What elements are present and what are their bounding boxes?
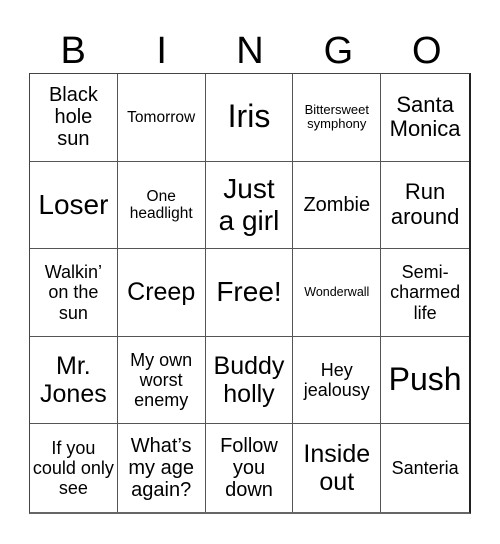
bingo-cell[interactable]: Run around: [381, 162, 469, 250]
bingo-cell[interactable]: Tomorrow: [117, 74, 206, 162]
bingo-cell[interactable]: If you could only see: [30, 424, 118, 512]
cell-text: Tomorrow: [127, 108, 196, 126]
bingo-cell[interactable]: My own worst enemy: [117, 336, 206, 425]
bingo-cell[interactable]: Hey jealousy: [293, 336, 382, 425]
bingo-cell[interactable]: Santeria: [381, 424, 469, 512]
bingo-cell[interactable]: Iris: [205, 74, 294, 162]
bingo-cell[interactable]: Bittersweet symphony: [293, 74, 382, 162]
bingo-header: B I N G O: [29, 28, 471, 74]
bingo-cell[interactable]: Just a girl: [205, 161, 294, 250]
cell-text: Iris: [227, 98, 271, 135]
cell-text: Mr. Jones: [40, 352, 107, 409]
cell-text: Just a girl: [218, 172, 280, 236]
header-letter-i: I: [156, 30, 167, 72]
bingo-cell[interactable]: Free!: [205, 249, 294, 337]
bingo-cell[interactable]: Buddy holly: [205, 336, 294, 425]
header-letter-o: O: [412, 30, 442, 72]
cell-text: Free!: [216, 276, 282, 308]
cell-text: Walkin’ on the sun: [44, 262, 103, 323]
cell-text: Black hole sun: [48, 83, 98, 151]
cell-text: My own worst enemy: [130, 349, 193, 411]
cell-text: Inside out: [303, 440, 371, 497]
cell-text: Zombie: [303, 193, 371, 216]
bingo-cell[interactable]: Santa Monica: [381, 74, 469, 162]
cell-text: Follow you down: [220, 434, 278, 502]
cell-text: One headlight: [129, 187, 193, 222]
cell-text: Santeria: [391, 458, 459, 479]
bingo-cell[interactable]: Push: [381, 337, 469, 425]
cell-text: Bittersweet symphony: [304, 101, 369, 132]
bingo-cell[interactable]: One headlight: [117, 161, 206, 250]
bingo-cell[interactable]: Inside out: [293, 424, 382, 512]
bingo-cell[interactable]: Follow you down: [206, 424, 294, 512]
bingo-cell[interactable]: Walkin’ on the sun: [30, 249, 118, 337]
bingo-cell[interactable]: Loser: [30, 161, 118, 250]
cell-text: What’s my age again?: [128, 434, 194, 502]
header-letter-b: B: [60, 30, 86, 72]
bingo-cell[interactable]: Black hole sun: [30, 74, 118, 162]
cell-text: Hey jealousy: [303, 359, 370, 401]
header-letter-g: G: [323, 30, 354, 72]
bingo-cell[interactable]: Zombie: [293, 161, 382, 250]
cell-text: Creep: [127, 278, 196, 307]
bingo-cell[interactable]: Wonderwall: [293, 249, 382, 337]
cell-text: Santa Monica: [389, 91, 461, 142]
bingo-card-grid: Black hole sun Tomorrow Iris Bittersweet…: [29, 73, 471, 514]
cell-text: Semi-charmed life: [390, 262, 461, 323]
cell-text: Run around: [390, 179, 460, 229]
bingo-cell[interactable]: What’s my age again?: [118, 424, 206, 512]
cell-text: Push: [388, 361, 462, 398]
cell-text: Buddy holly: [213, 352, 285, 409]
cell-text: Wonderwall: [304, 285, 370, 300]
header-letter-n: N: [236, 30, 264, 72]
bingo-cell[interactable]: Semi-charmed life: [381, 249, 469, 337]
cell-text: If you could only see: [32, 437, 114, 499]
cell-text: Loser: [38, 188, 109, 220]
bingo-cell[interactable]: Creep: [117, 249, 206, 337]
bingo-cell[interactable]: Mr. Jones: [30, 336, 118, 425]
